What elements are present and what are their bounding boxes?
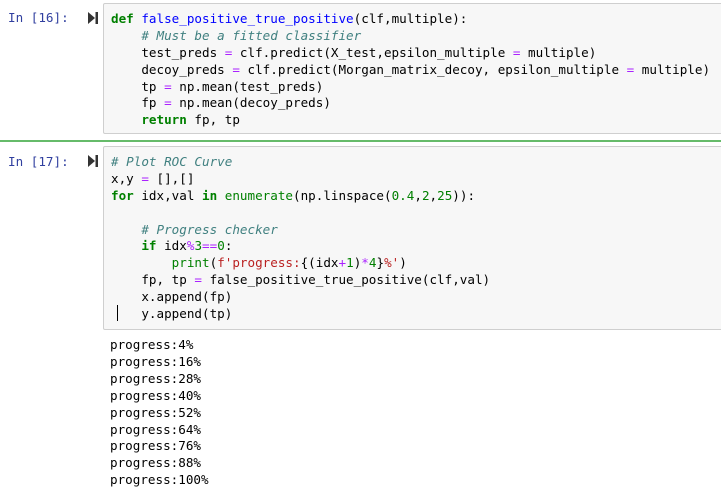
- output-line: progress:64%: [110, 421, 201, 437]
- code-token: clf.predict(X_test,epsilon_multiple: [232, 44, 513, 60]
- code-token: +: [338, 255, 347, 271]
- code-line: # Must be a fitted classifier: [111, 28, 710, 45]
- code-text[interactable]: # Plot ROC Curve x,y = [],[] for idx,val i…: [111, 154, 490, 323]
- cell-output: progress:4% progress:16% progress:28% progr…: [110, 337, 209, 489]
- code-token: )):: [452, 187, 476, 203]
- code-token: multiple): [520, 44, 597, 60]
- cell-prompt: In [17]:: [8, 154, 69, 169]
- output-line: progress:100%: [110, 472, 209, 488]
- code-text[interactable]: def false_positive_true_positive(clf,mul…: [111, 11, 710, 129]
- code-token: tp: [111, 78, 165, 94]
- code-token: print: [171, 255, 210, 271]
- output-line: progress:76%: [110, 438, 201, 454]
- code-line: x.append(fp): [111, 289, 490, 306]
- code-line: y.append(tp): [111, 306, 490, 323]
- code-line: fp, tp = false_positive_true_positive(cl…: [111, 272, 490, 289]
- code-token: x,y: [111, 170, 142, 186]
- code-line: tp = np.mean(test_preds): [111, 79, 710, 96]
- code-token: false_positive_true_positive: [141, 11, 354, 26]
- output-line: progress:40%: [110, 387, 201, 403]
- code-token: enumerate: [224, 187, 294, 203]
- code-token: x.append(fp): [111, 289, 233, 305]
- cell-prompt: In [16]:: [8, 10, 69, 25]
- code-line: print(f'progress:{(idx+1)*4}%'): [111, 255, 490, 272]
- code-token: test_preds: [111, 44, 225, 60]
- output-line: progress:52%: [110, 404, 201, 420]
- code-line: test_preds = clf.predict(X_test,epsilon_…: [111, 45, 710, 62]
- code-token: (clf,multiple):: [353, 11, 468, 26]
- code-token: *: [361, 255, 369, 271]
- code-token: fp, tp: [111, 272, 195, 288]
- code-line: # Plot ROC Curve: [111, 154, 490, 171]
- code-token: =: [232, 61, 240, 77]
- code-token: false_positive_true_positive(clf,val): [202, 272, 491, 288]
- code-token: idx: [156, 238, 187, 254]
- code-token: }: [376, 255, 385, 271]
- code-token: ,: [429, 187, 438, 203]
- code-line: fp = np.mean(decoy_preds): [111, 95, 710, 112]
- code-token: {(idx: [300, 255, 339, 271]
- output-line: progress:16%: [110, 353, 201, 369]
- selected-cell-indicator: [0, 140, 721, 142]
- code-token: def: [111, 11, 134, 26]
- code-token: idx,val: [133, 187, 202, 203]
- code-token: ==: [202, 238, 218, 254]
- code-line: return fp, tp: [111, 112, 710, 129]
- code-token: return: [141, 112, 187, 128]
- code-line: decoy_preds = clf.predict(Morgan_matrix_…: [111, 62, 710, 79]
- code-token: [],[]: [148, 170, 195, 186]
- code-token: y.append(tp): [111, 306, 233, 322]
- code-token: 2: [421, 187, 430, 203]
- code-line: x,y = [],[]: [111, 171, 490, 188]
- run-cell-icon[interactable]: [88, 12, 98, 24]
- code-token: =: [141, 170, 149, 186]
- code-token: if: [141, 238, 157, 254]
- code-token: =: [194, 272, 202, 288]
- run-cell-icon[interactable]: [88, 155, 98, 167]
- code-token: ,: [414, 187, 422, 203]
- code-token: # Progress checker: [141, 221, 278, 237]
- code-token: # Plot ROC Curve: [111, 154, 233, 169]
- output-line: progress:88%: [110, 455, 201, 471]
- code-token: in: [202, 187, 218, 203]
- text-cursor: [117, 305, 118, 321]
- code-editor[interactable]: # Plot ROC Curve x,y = [],[] for idx,val i…: [103, 146, 721, 330]
- code-token: f'progress:: [217, 255, 301, 271]
- code-token: =: [164, 95, 172, 111]
- code-token: for: [111, 187, 134, 203]
- code-line: for idx,val in enumerate(np.linspace(0.4…: [111, 188, 490, 205]
- output-line: progress:28%: [110, 370, 201, 386]
- output-line: progress:4%: [110, 337, 194, 352]
- code-token: np.mean(test_preds): [171, 78, 324, 94]
- code-token: %': [384, 255, 400, 271]
- code-token: clf.predict(Morgan_matrix_decoy, epsilon…: [239, 61, 627, 77]
- code-token: # Must be a fitted classifier: [141, 27, 362, 43]
- code-editor[interactable]: def false_positive_true_positive(clf,mul…: [103, 3, 721, 134]
- code-token: decoy_preds: [111, 61, 233, 77]
- code-line: if idx%3==0:: [111, 238, 490, 255]
- code-token: =: [164, 78, 172, 94]
- code-token: (np.linspace(: [293, 187, 392, 203]
- code-token: fp, tp: [186, 112, 240, 128]
- code-line: def false_positive_true_positive(clf,mul…: [111, 11, 710, 28]
- code-token: :: [224, 238, 233, 254]
- code-token: multiple): [634, 61, 711, 77]
- code-token: 25: [437, 187, 453, 203]
- code-line: # Progress checker: [111, 222, 490, 239]
- code-token: 3: [194, 238, 203, 254]
- code-token: np.mean(decoy_preds): [171, 95, 331, 111]
- code-token: 0.4: [391, 187, 415, 203]
- code-token: ): [399, 255, 407, 271]
- code-token: fp: [111, 95, 165, 111]
- code-token: 0: [217, 238, 225, 254]
- code-token: 1: [346, 255, 354, 271]
